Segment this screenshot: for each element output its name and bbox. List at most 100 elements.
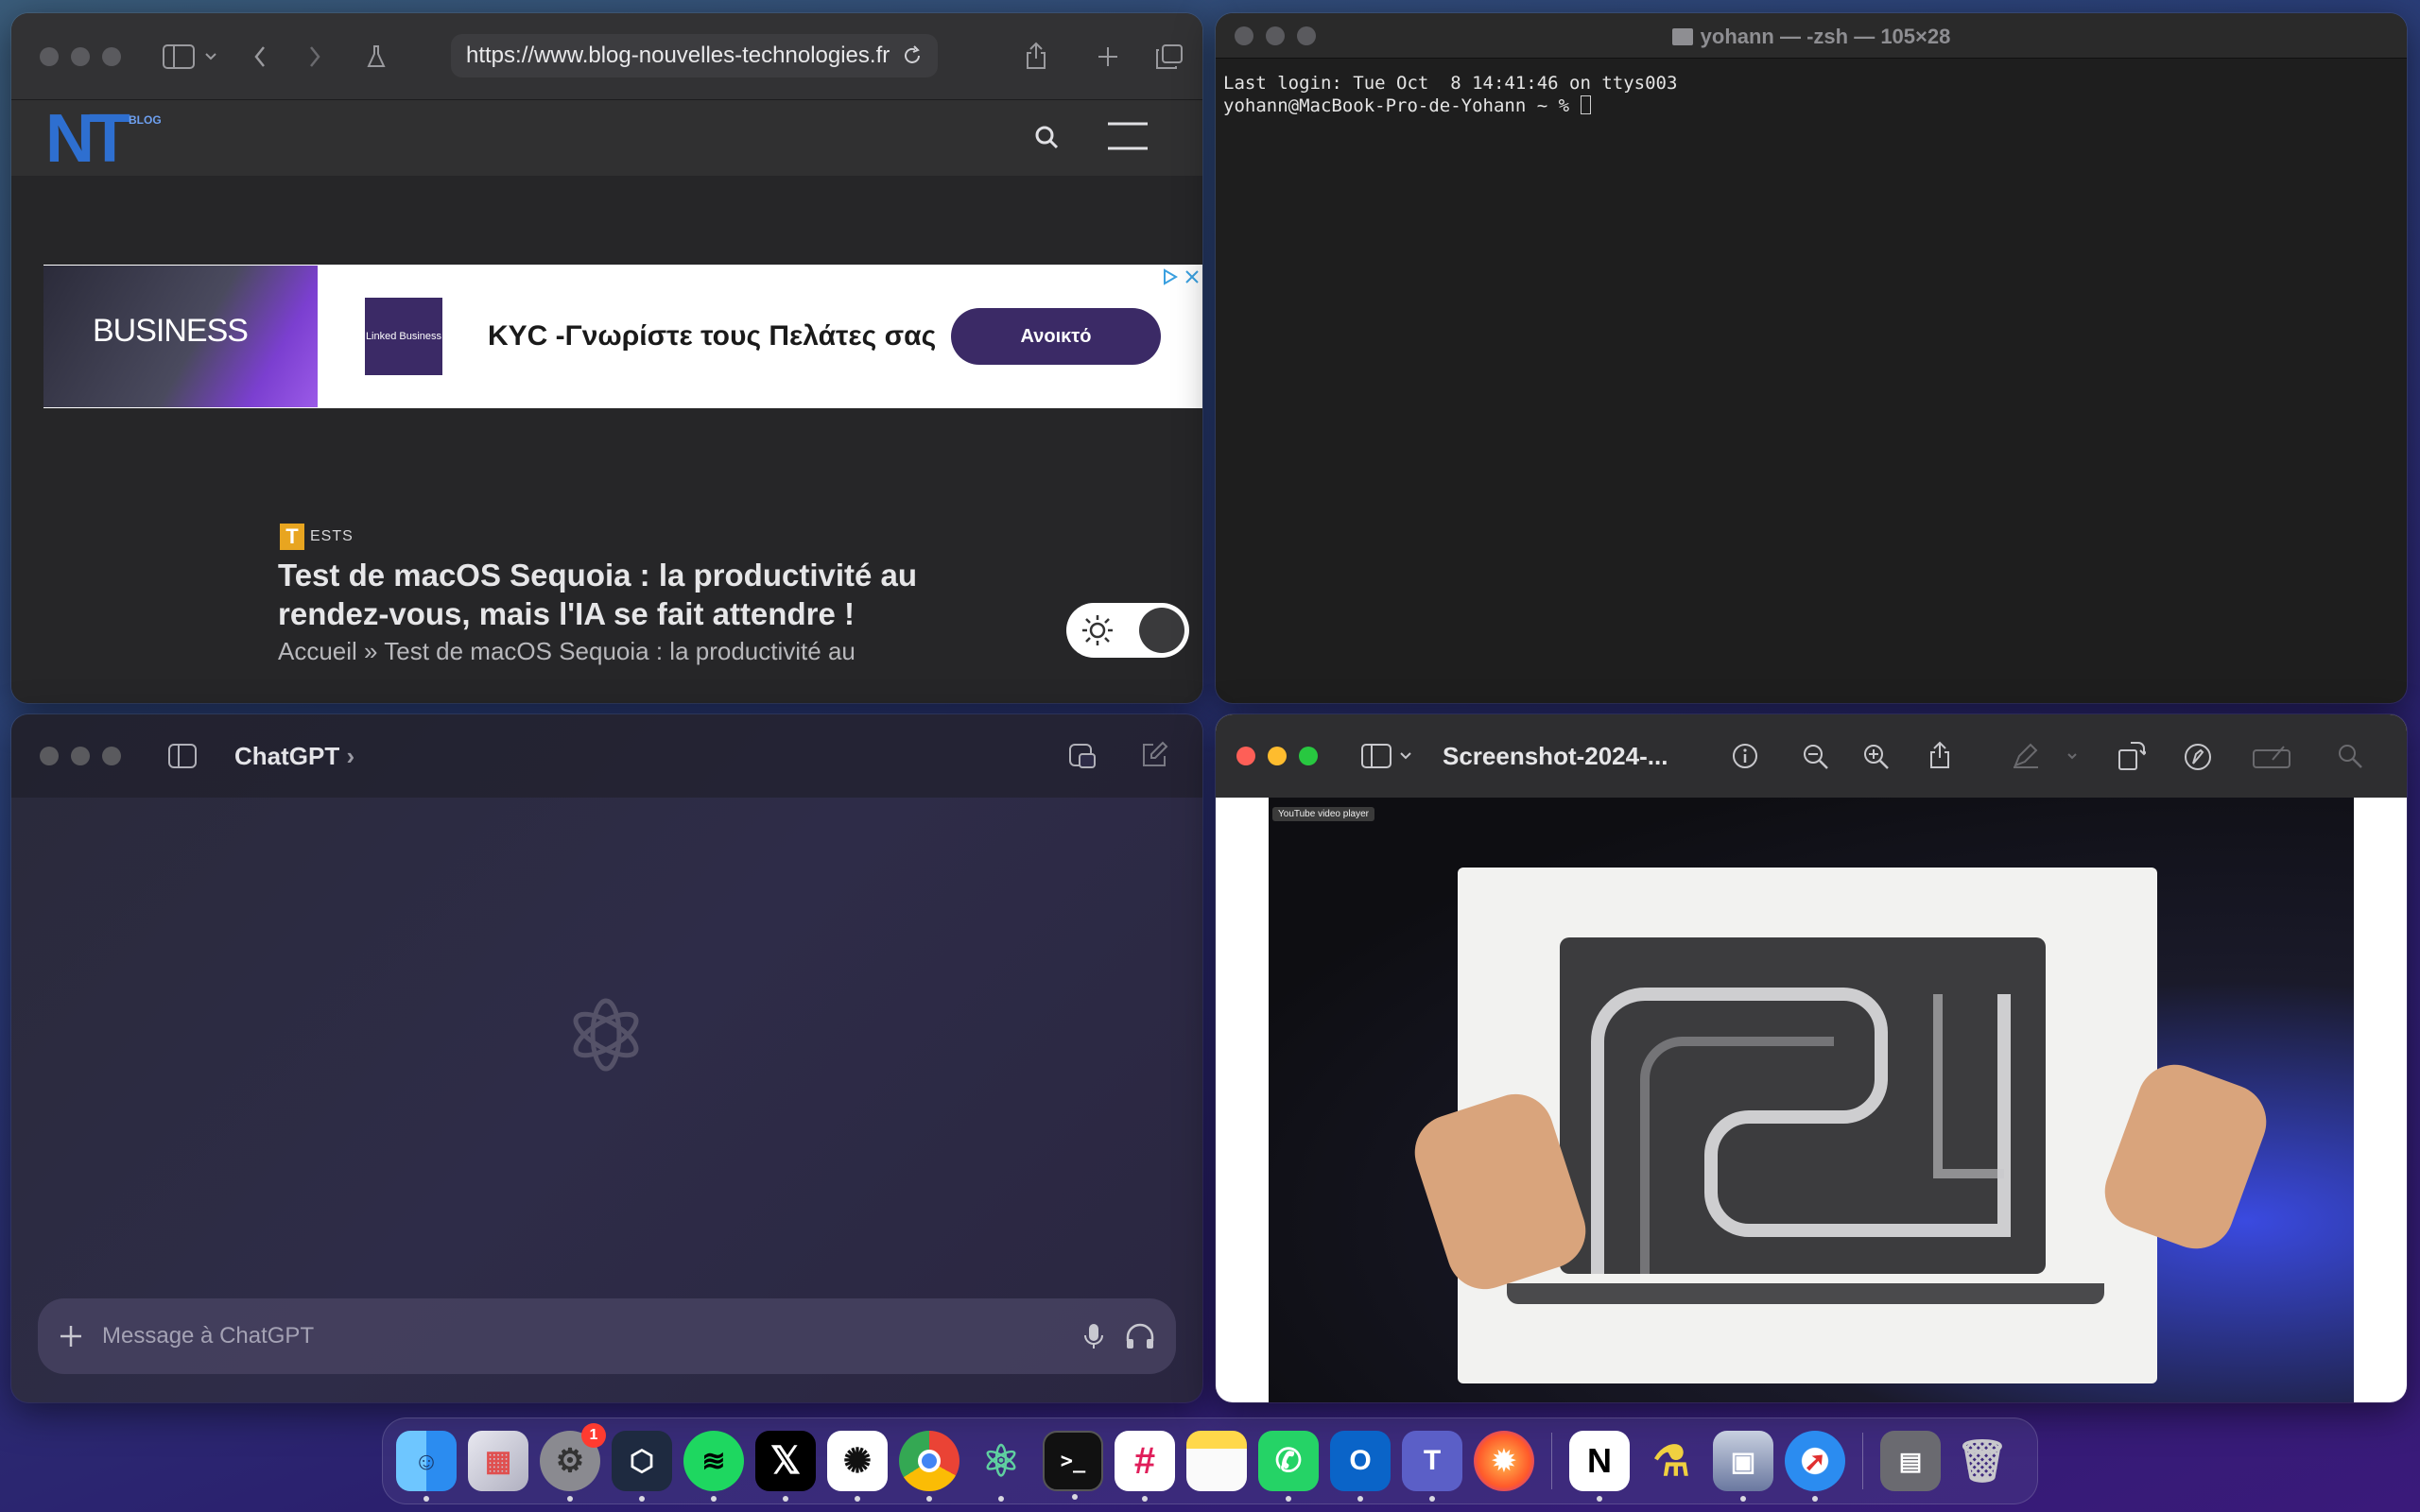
flask-icon[interactable] (367, 44, 386, 69)
menu-icon[interactable] (1108, 121, 1148, 151)
new-tab-icon[interactable] (1097, 45, 1119, 68)
running-indicator (1142, 1496, 1148, 1502)
markup-icon[interactable] (2184, 743, 2212, 771)
share-icon[interactable] (1025, 42, 1047, 70)
sun-icon (1081, 614, 1114, 646)
system-settings-icon[interactable]: ⚙ 1 (540, 1423, 606, 1502)
zoom-out-icon[interactable] (1802, 743, 1830, 771)
chatgpt-icon[interactable]: ✺ (827, 1431, 888, 1502)
ad-title[interactable]: KYC -Γνωρίστε τους Πελάτες σας (488, 320, 951, 352)
search-icon[interactable] (1034, 125, 1059, 149)
microphone-icon[interactable] (1083, 1322, 1104, 1350)
preview-image[interactable]: YouTube video player (1269, 798, 2354, 1402)
teams-icon[interactable]: T (1402, 1431, 1462, 1502)
message-input[interactable]: Message à ChatGPT (102, 1323, 1083, 1349)
whatsapp-icon[interactable]: ✆ (1258, 1431, 1319, 1502)
ad-banner[interactable]: BUSINESS Linked Business KYC -Γνωρίστε τ… (43, 265, 1202, 408)
ad-logo: Linked Business (365, 298, 442, 375)
message-composer[interactable]: Message à ChatGPT (38, 1298, 1176, 1374)
zoom-button[interactable] (102, 747, 121, 765)
trash-icon[interactable]: 🗑 (1952, 1431, 2013, 1491)
ad-logo-text: Linked Business (365, 331, 442, 342)
article-title[interactable]: Test de macOS Sequoia : la productivité … (278, 556, 959, 633)
minimize-button[interactable] (71, 46, 90, 66)
running-indicator (783, 1496, 788, 1502)
plus-icon[interactable] (59, 1324, 83, 1349)
running-indicator (855, 1496, 860, 1502)
xcode-cloud-icon[interactable]: ⬡ (612, 1431, 672, 1502)
share-icon[interactable] (1928, 741, 1951, 769)
running-indicator (1740, 1496, 1746, 1502)
terminal-icon[interactable]: >_ (1043, 1431, 1103, 1500)
close-button[interactable] (40, 747, 59, 765)
spotify-icon[interactable]: ≋ (683, 1431, 744, 1502)
terminal-title: yohann — -zsh — 105×28 (1216, 25, 2407, 49)
preview-icon[interactable]: ▣ (1713, 1431, 1773, 1502)
ad-choices-icon[interactable] (1163, 268, 1178, 285)
category-label[interactable]: T ESTS (280, 524, 354, 550)
running-indicator (1072, 1494, 1078, 1500)
chrome-icon[interactable] (899, 1431, 959, 1502)
sidebar-icon[interactable] (1361, 744, 1392, 768)
breadcrumb[interactable]: Accueil » Test de macOS Sequoia : la pro… (278, 637, 856, 666)
reload-icon[interactable] (902, 45, 923, 66)
sidebar-icon[interactable] (163, 43, 195, 69)
category-text: ESTS (310, 528, 354, 544)
chevron-down-icon[interactable] (2066, 752, 2078, 760)
running-indicator (1286, 1496, 1291, 1502)
search-icon[interactable] (2337, 743, 2363, 769)
dock-separator (1551, 1433, 1552, 1489)
x-icon[interactable]: 𝕏 (755, 1431, 816, 1502)
headphones-icon[interactable] (1125, 1322, 1155, 1350)
new-window-icon[interactable] (1068, 741, 1098, 771)
highlight-icon[interactable] (2012, 743, 2040, 769)
window-controls (40, 747, 121, 765)
info-icon[interactable] (1732, 743, 1758, 769)
atom-icon[interactable]: ⚛ (971, 1431, 1031, 1502)
site-logo[interactable]: NT BLOG (45, 105, 162, 173)
outlook-icon[interactable]: O (1330, 1431, 1391, 1502)
safari-toolbar: https://www.blog-nouvelles-technologies.… (11, 13, 1202, 100)
slack-icon[interactable]: # (1115, 1431, 1175, 1502)
minimize-button[interactable] (1268, 747, 1287, 765)
chatgpt-title[interactable]: ChatGPT › (234, 742, 354, 771)
close-button[interactable] (40, 46, 59, 66)
terminal-output[interactable]: Last login: Tue Oct 8 14:41:46 on ttys00… (1216, 59, 2407, 130)
terminal-title-text: yohann — -zsh — 105×28 (1700, 25, 1951, 48)
video-player-tag: YouTube video player (1272, 807, 1374, 821)
firefox-icon[interactable]: ✹ (1474, 1431, 1534, 1491)
url-text[interactable]: https://www.blog-nouvelles-technologies.… (466, 43, 902, 69)
zoom-button[interactable] (102, 46, 121, 66)
back-icon[interactable] (253, 45, 267, 68)
safari-icon[interactable]: ➚ (1785, 1431, 1845, 1502)
chevron-down-icon[interactable] (1399, 751, 1412, 761)
flask-app-icon[interactable]: ⚗ (1641, 1431, 1702, 1491)
zoom-in-icon[interactable] (1862, 743, 1891, 771)
notes-icon[interactable] (1186, 1431, 1247, 1491)
zoom-button[interactable] (1299, 747, 1318, 765)
laptop-screen (1560, 937, 2046, 1274)
finder-icon[interactable]: ☺ (396, 1431, 457, 1502)
minimize-button[interactable] (71, 747, 90, 765)
rotate-icon[interactable] (2118, 741, 2146, 771)
close-button[interactable] (1236, 747, 1255, 765)
downloads-stack-icon[interactable]: ▤ (1880, 1431, 1941, 1491)
form-fill-icon[interactable] (2252, 745, 2291, 769)
forward-icon[interactable] (308, 45, 321, 68)
launchpad-icon[interactable]: ▦ (468, 1431, 528, 1491)
dock: ☺ ▦ ⚙ 1 ⬡ ≋ 𝕏 ✺ ⚛ >_ # ✆ O T ✹ N ⚗ ▣ ➚ ▤ … (382, 1418, 2038, 1504)
running-indicator (1597, 1496, 1602, 1502)
page-content: BUSINESS Linked Business KYC -Γνωρίστε τ… (11, 176, 1202, 703)
theme-toggle[interactable] (1066, 603, 1189, 658)
ad-close-icon[interactable] (1184, 268, 1201, 285)
chevron-down-icon[interactable] (204, 52, 217, 61)
new-chat-icon[interactable] (1140, 741, 1168, 769)
notion-icon[interactable]: N (1569, 1431, 1630, 1502)
terminal-line: Last login: Tue Oct 8 14:41:46 on ttys00… (1223, 73, 1678, 94)
ad-open-button[interactable]: Ανοικτό (951, 308, 1161, 365)
running-indicator (1429, 1496, 1435, 1502)
window-controls (1236, 747, 1318, 765)
url-bar[interactable]: https://www.blog-nouvelles-technologies.… (451, 34, 938, 77)
tab-overview-icon[interactable] (1155, 43, 1184, 70)
sidebar-icon[interactable] (168, 744, 197, 768)
